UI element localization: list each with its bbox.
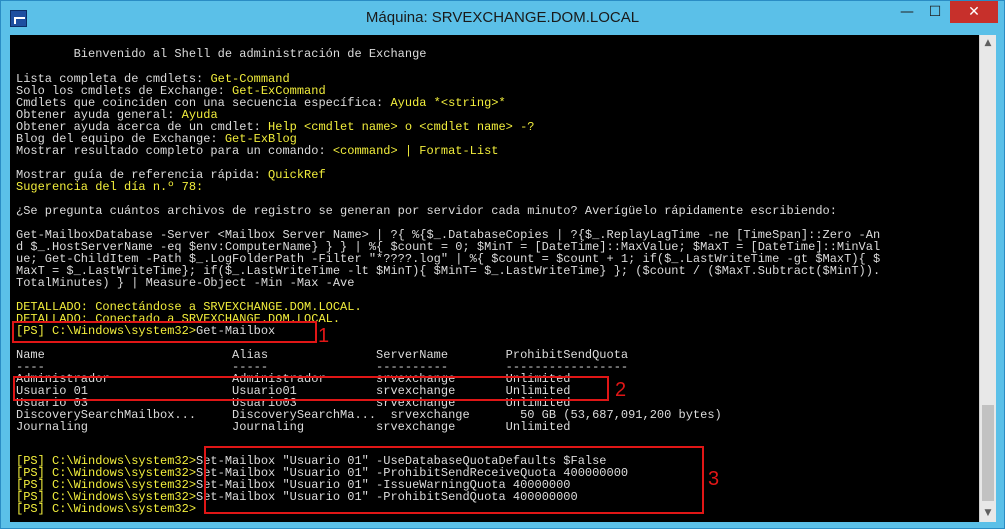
help-line: Mostrar resultado completo para un coman… bbox=[16, 145, 499, 157]
annotation-box-2 bbox=[13, 376, 609, 401]
minimize-button[interactable]: — bbox=[894, 1, 920, 23]
title-bar[interactable]: Máquina: SRVEXCHANGE.DOM.LOCAL — ☐ ✕ bbox=[1, 1, 1004, 35]
help-label: Mostrar resultado completo para un coman… bbox=[16, 144, 333, 158]
annotation-box-1 bbox=[12, 321, 317, 343]
scrollbar-thumb[interactable] bbox=[982, 405, 994, 501]
window-title: Máquina: SRVEXCHANGE.DOM.LOCAL bbox=[365, 9, 640, 26]
annotation-number-3: 3 bbox=[708, 468, 720, 490]
tip-code-line: TotalMinutes) } | Measure-Object -Min -M… bbox=[16, 276, 355, 290]
ps-prompt: [PS] C:\Windows\system32> bbox=[16, 502, 197, 516]
quickref-cmd: QuickRef bbox=[268, 168, 326, 182]
close-button[interactable]: ✕ bbox=[950, 1, 998, 23]
tip-title: Sugerencia del día n.º 78: bbox=[16, 180, 204, 194]
annotation-number-1: 1 bbox=[318, 325, 330, 347]
vertical-scrollbar[interactable]: ▲ ▼ bbox=[979, 35, 996, 522]
maximize-button[interactable]: ☐ bbox=[922, 1, 948, 23]
help-cmd: Ayuda *<string>* bbox=[390, 96, 506, 110]
help-cmd: <command> | Format-List bbox=[332, 144, 499, 158]
prompt-line: [PS] C:\Windows\system32> bbox=[16, 503, 196, 515]
welcome-text: Bienvenido al Shell de administración de… bbox=[73, 47, 427, 61]
tip-question: ¿Se pregunta cuántos archivos de registr… bbox=[16, 204, 837, 218]
console-output[interactable]: Bienvenido al Shell de administración de… bbox=[10, 35, 979, 522]
help-cmd: Help <cmdlet name> o <cmdlet name> -? bbox=[268, 120, 535, 134]
scroll-down-arrow-icon[interactable]: ▼ bbox=[980, 505, 996, 522]
annotation-box-3 bbox=[204, 446, 704, 514]
powershell-window: Máquina: SRVEXCHANGE.DOM.LOCAL — ☐ ✕ Bie… bbox=[0, 0, 1005, 529]
annotation-number-2: 2 bbox=[615, 379, 627, 401]
table-row: Journaling Journaling srvexchange Unlimi… bbox=[16, 420, 571, 434]
scroll-up-arrow-icon[interactable]: ▲ bbox=[980, 35, 996, 52]
console-welcome: Bienvenido al Shell de administración de… bbox=[16, 47, 427, 61]
